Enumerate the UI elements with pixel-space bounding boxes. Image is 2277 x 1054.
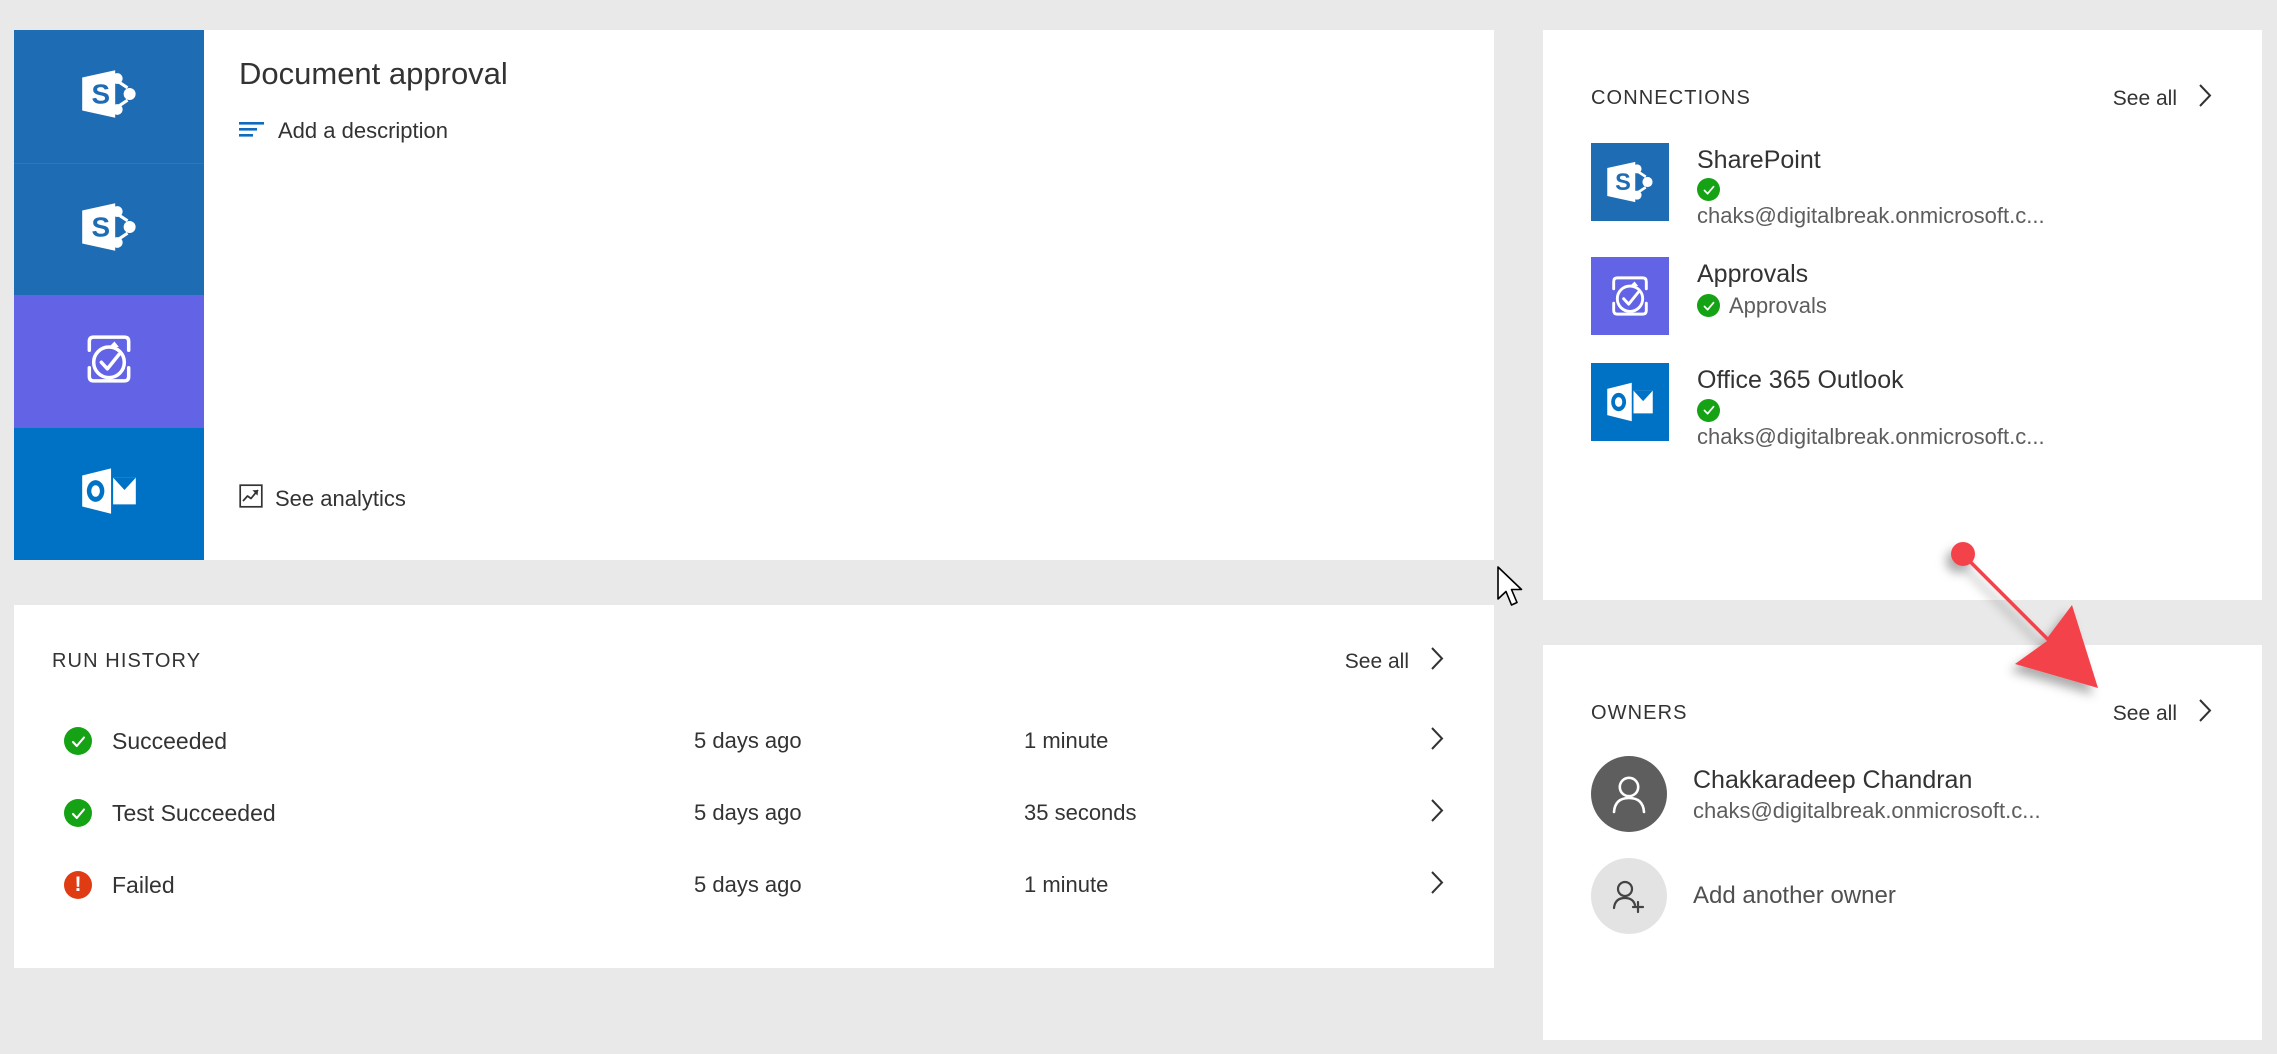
run-duration-cell: 1 minute: [1024, 728, 1109, 753]
chevron-right-icon: [1429, 645, 1446, 678]
flow-tile-sharepoint-1: S: [14, 30, 204, 163]
connection-text: SharePoint chaks@digitalbreak.onmicrosof…: [1697, 143, 2045, 229]
sharepoint-icon: S: [1591, 143, 1669, 221]
analytics-chart-icon: [239, 484, 263, 514]
flow-detail-card: S S Document approval Add a description …: [14, 30, 1494, 560]
connections-title: CONNECTIONS: [1591, 87, 1751, 109]
connected-check-icon: [1697, 294, 1720, 317]
page-title: Document approval: [239, 56, 508, 91]
outlook-icon: [1591, 363, 1669, 442]
svg-text:S: S: [91, 78, 110, 109]
connection-name: SharePoint: [1697, 146, 1821, 174]
chevron-right-icon: [2197, 82, 2214, 115]
run-history-card: RUN HISTORY See all Succeeded 5 days ago…: [14, 605, 1494, 968]
add-description-label: Add a description: [278, 118, 448, 143]
owners-header: OWNERS See all: [1543, 645, 2262, 730]
outlook-icon: [76, 458, 142, 529]
run-status-label: Succeeded: [112, 727, 228, 754]
see-all-label: See all: [2112, 86, 2177, 110]
run-status-cell: Succeeded: [64, 727, 694, 755]
owners-title: OWNERS: [1591, 702, 1688, 724]
flow-tile-approvals: [14, 295, 204, 428]
run-status-cell: ! Failed: [64, 871, 694, 899]
connection-item-approvals[interactable]: Approvals Approvals: [1543, 257, 2262, 336]
connection-account: chaks@digitalbreak.onmicrosoft.c...: [1697, 423, 2045, 449]
owner-name: Chakkaradeep Chandran: [1693, 766, 1973, 795]
add-person-icon: [1591, 858, 1667, 934]
svg-text:S: S: [91, 211, 110, 242]
chevron-right-icon[interactable]: [1429, 725, 1446, 757]
flow-detail-body: Document approval Add a description See …: [204, 30, 1494, 560]
success-icon: [64, 727, 92, 755]
flow-tile-outlook: [14, 427, 204, 560]
add-owner-button[interactable]: Add another owner: [1543, 858, 2262, 934]
owner-text: Chakkaradeep Chandran chaks@digitalbreak…: [1693, 764, 2041, 824]
run-duration-cell: 1 minute: [1024, 872, 1109, 897]
connection-account-row: Approvals: [1697, 293, 1827, 319]
connection-account: Approvals: [1729, 292, 1827, 318]
add-owner-label: Add another owner: [1693, 882, 1896, 909]
approvals-icon: [74, 324, 144, 399]
flow-tile-sharepoint-2: S: [14, 162, 204, 295]
connection-account-row: [1697, 398, 2045, 422]
connection-item-sharepoint[interactable]: S SharePoint chaks@digitalbreak.onmicros…: [1543, 143, 2262, 229]
see-all-label: See all: [1344, 649, 1409, 673]
connections-see-all-link[interactable]: See all: [2113, 82, 2214, 115]
run-history-header: RUN HISTORY See all: [14, 605, 1494, 678]
run-status-label: Failed: [112, 871, 175, 898]
connection-name: Office 365 Outlook: [1697, 366, 1904, 395]
connection-text: Office 365 Outlook chaks@digitalbreak.on…: [1697, 363, 2045, 449]
table-row[interactable]: Succeeded 5 days ago 1 minute: [14, 705, 1494, 777]
avatar: [1591, 756, 1667, 832]
run-status-cell: Test Succeeded: [64, 799, 694, 827]
run-when-cell: 5 days ago: [694, 800, 802, 825]
connections-card: CONNECTIONS See all S SharePoint chaks@d…: [1543, 30, 2262, 600]
table-row[interactable]: Test Succeeded 5 days ago 35 seconds: [14, 777, 1494, 849]
chevron-right-icon[interactable]: [1429, 797, 1446, 829]
mouse-cursor: [1496, 565, 1530, 613]
svg-text:S: S: [1615, 170, 1631, 196]
connections-header: CONNECTIONS See all: [1543, 30, 2262, 115]
success-icon: [64, 799, 92, 827]
flow-connector-icon-strip: S S: [14, 30, 204, 560]
connection-name: Approvals: [1697, 260, 1809, 289]
approvals-icon: [1591, 257, 1669, 336]
see-all-label: See all: [2112, 701, 2177, 725]
run-history-list: Succeeded 5 days ago 1 minute Test Succe…: [14, 705, 1494, 921]
connected-check-icon: [1697, 178, 1720, 202]
connection-account: chaks@digitalbreak.onmicrosoft.c...: [1697, 203, 2045, 229]
sharepoint-icon: S: [76, 194, 142, 265]
table-row[interactable]: ! Failed 5 days ago 1 minute: [14, 849, 1494, 921]
chevron-right-icon: [2197, 697, 2214, 730]
sharepoint-icon: S: [76, 61, 142, 132]
connection-item-outlook[interactable]: Office 365 Outlook chaks@digitalbreak.on…: [1543, 363, 2262, 449]
run-history-title: RUN HISTORY: [52, 650, 202, 672]
run-history-see-all-link[interactable]: See all: [1345, 645, 1446, 678]
owner-item[interactable]: Chakkaradeep Chandran chaks@digitalbreak…: [1543, 756, 2262, 832]
chevron-right-icon[interactable]: [1429, 869, 1446, 901]
owners-card: OWNERS See all Chakkaradeep Chandran cha…: [1543, 645, 2262, 1040]
add-description-button[interactable]: Add a description: [239, 118, 448, 144]
exclamation-glyph: !: [74, 873, 82, 896]
connection-text: Approvals Approvals: [1697, 257, 1827, 318]
run-duration-cell: 35 seconds: [1024, 800, 1137, 825]
connection-account-row: [1697, 178, 2045, 202]
owner-email: chaks@digitalbreak.onmicrosoft.c...: [1693, 797, 2041, 823]
run-when-cell: 5 days ago: [694, 728, 802, 753]
see-analytics-label: See analytics: [275, 486, 406, 511]
run-status-label: Test Succeeded: [112, 799, 276, 826]
description-lines-icon: [239, 118, 264, 144]
owners-see-all-link[interactable]: See all: [2113, 697, 2214, 730]
run-when-cell: 5 days ago: [694, 872, 802, 897]
connected-check-icon: [1697, 398, 1720, 422]
error-icon: !: [64, 871, 92, 899]
see-analytics-button[interactable]: See analytics: [239, 484, 406, 514]
